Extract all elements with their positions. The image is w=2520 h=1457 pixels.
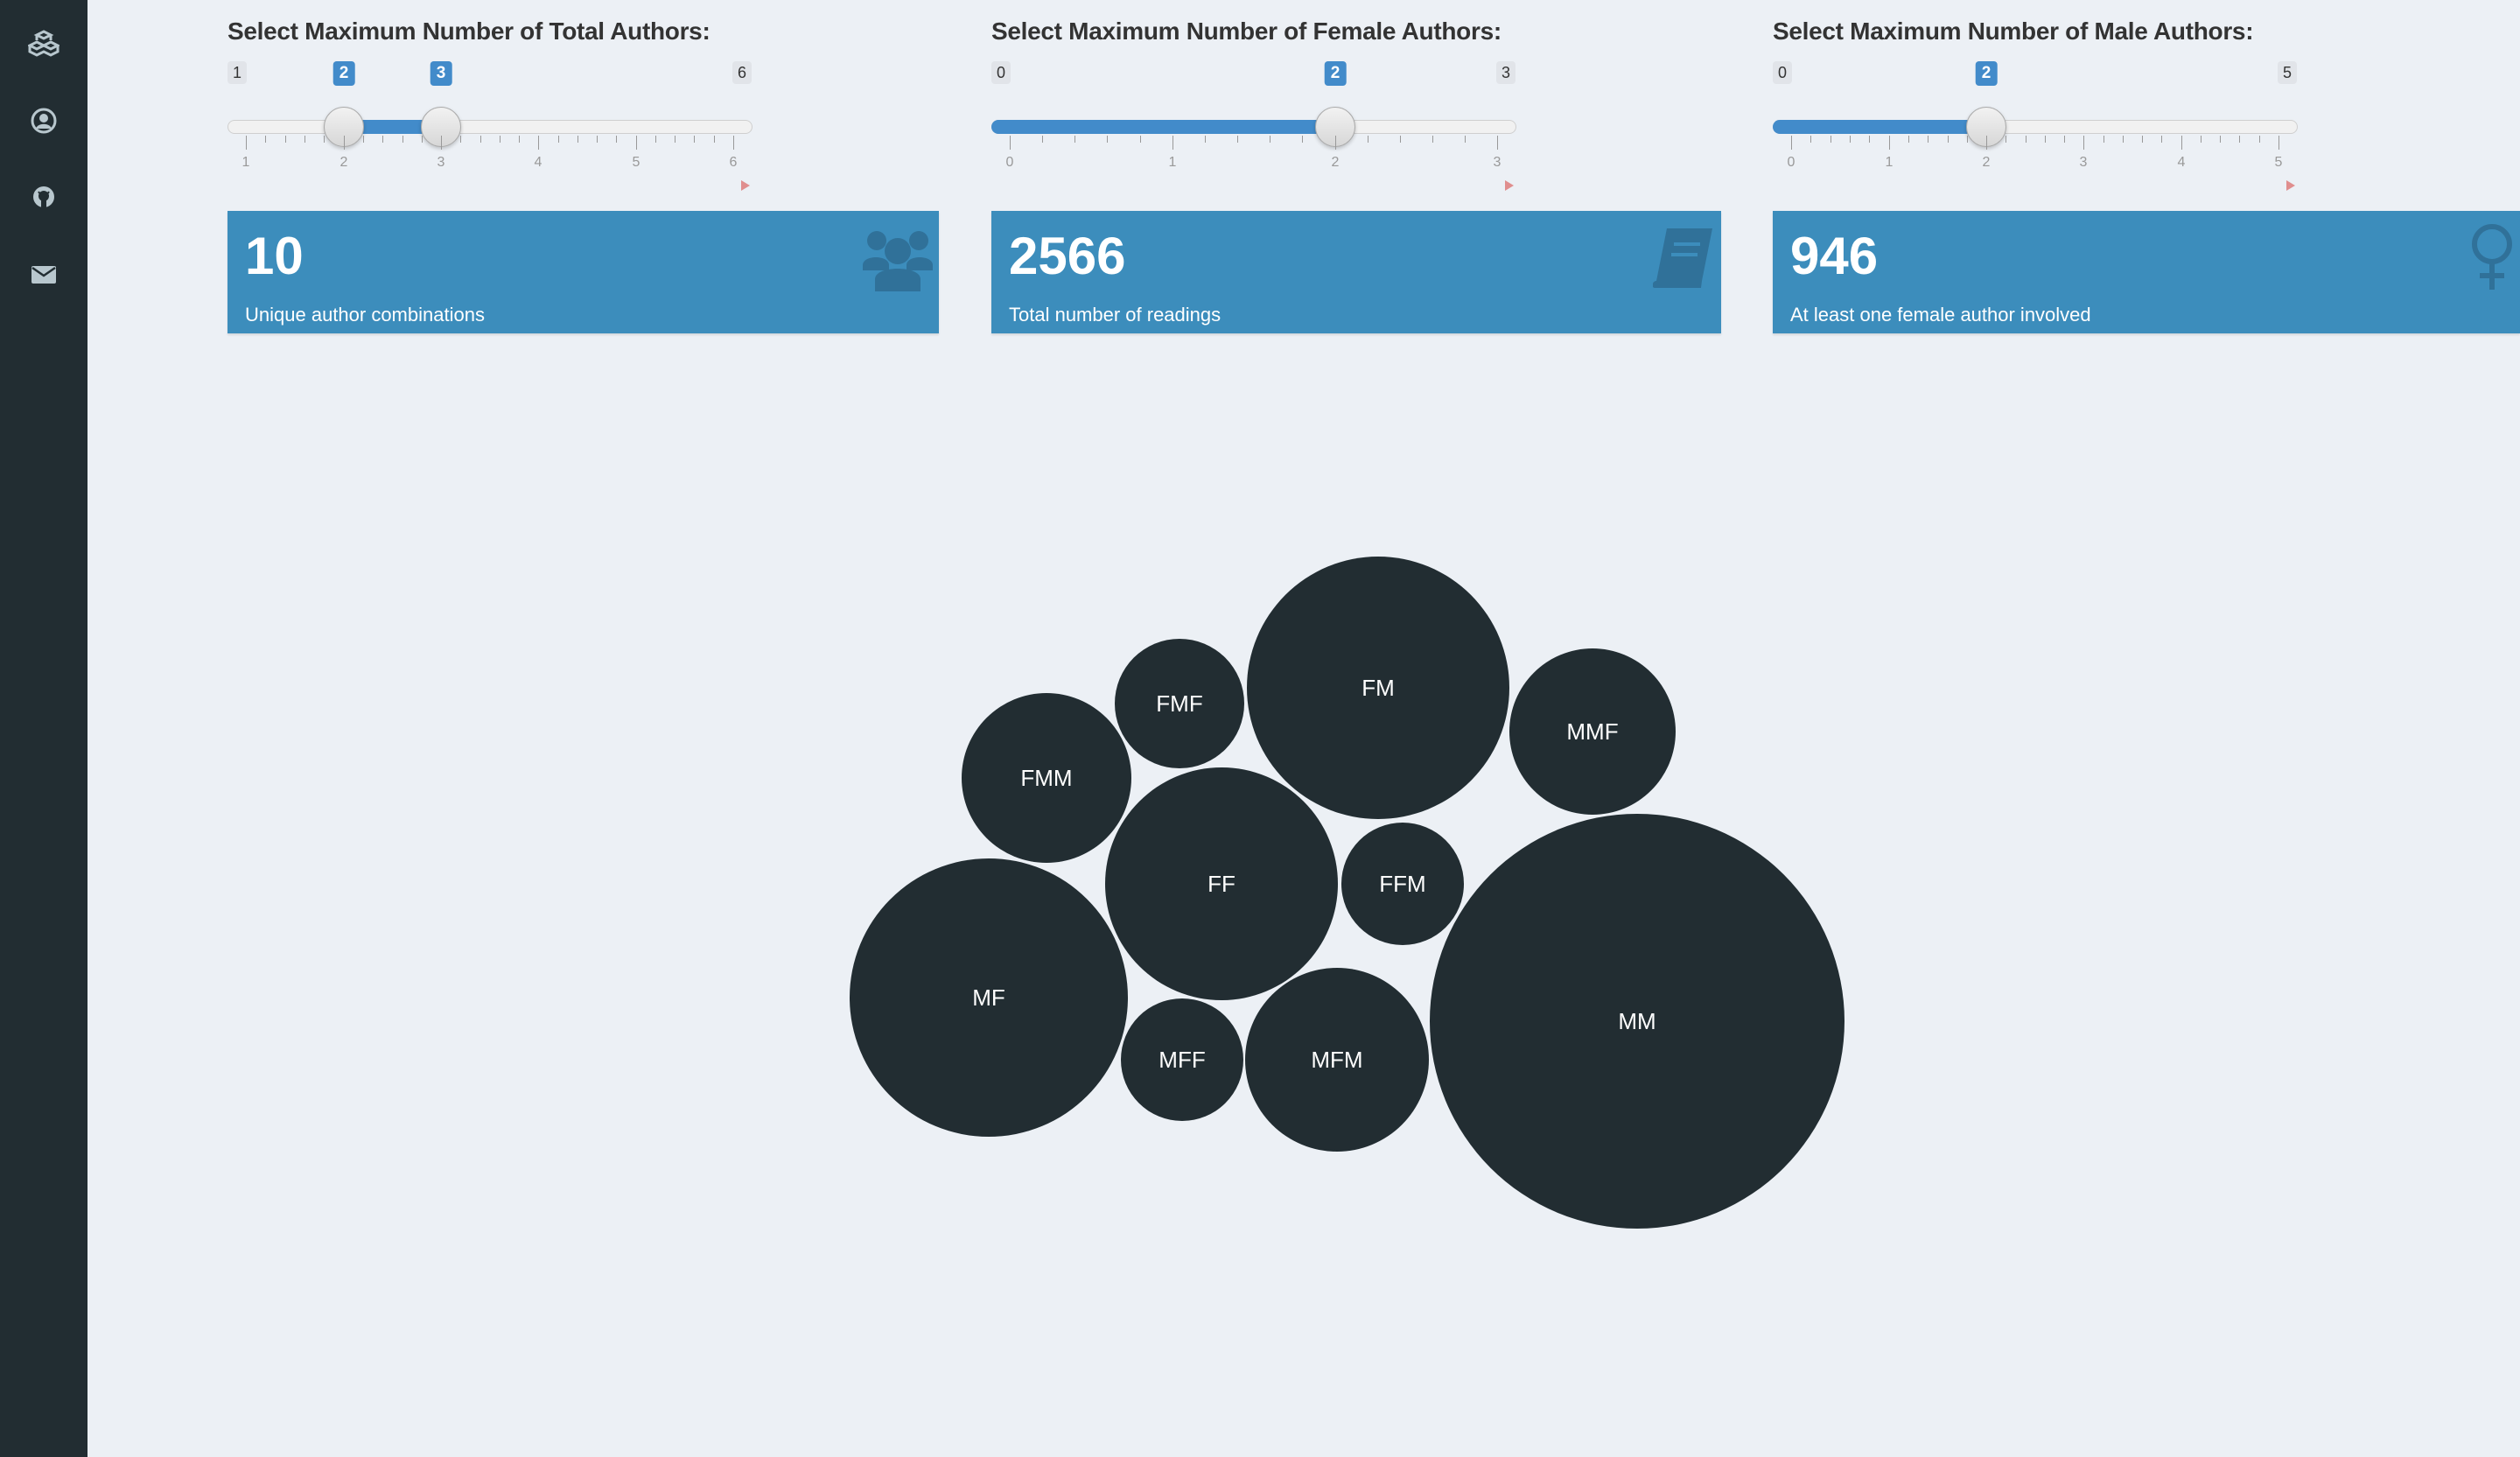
bubble-mfm[interactable]: MFM	[1245, 968, 1429, 1152]
bubble-fmf[interactable]: FMF	[1115, 639, 1244, 768]
author-combination-bubble-chart: FM FMF MMF FMM FF FFM MF MM MFF MFM	[850, 557, 1844, 1229]
bubble-label: MM	[1618, 1008, 1656, 1034]
bubble-label: MF	[972, 984, 1005, 1011]
bubble-label: FM	[1362, 675, 1395, 701]
bubble-mmf[interactable]: MMF	[1509, 648, 1676, 815]
bubble-fmm[interactable]: FMM	[962, 693, 1131, 863]
bubble-label: MMF	[1566, 718, 1618, 745]
bubble-mf[interactable]: MF	[850, 858, 1128, 1137]
bubble-mff[interactable]: MFF	[1121, 998, 1243, 1121]
bubble-ffm[interactable]: FFM	[1341, 823, 1464, 945]
bubble-label: FMM	[1020, 765, 1072, 791]
bubble-ff[interactable]: FF	[1105, 767, 1338, 1000]
bubble-label: FF	[1208, 871, 1236, 897]
bubble-label: FMF	[1156, 690, 1202, 717]
bubble-label: FFM	[1379, 871, 1425, 897]
bubble-label: MFM	[1311, 1047, 1362, 1073]
bubble-fm[interactable]: FM	[1247, 557, 1509, 819]
bubble-label: MFF	[1158, 1047, 1205, 1073]
bubble-mm[interactable]: MM	[1430, 814, 1844, 1229]
